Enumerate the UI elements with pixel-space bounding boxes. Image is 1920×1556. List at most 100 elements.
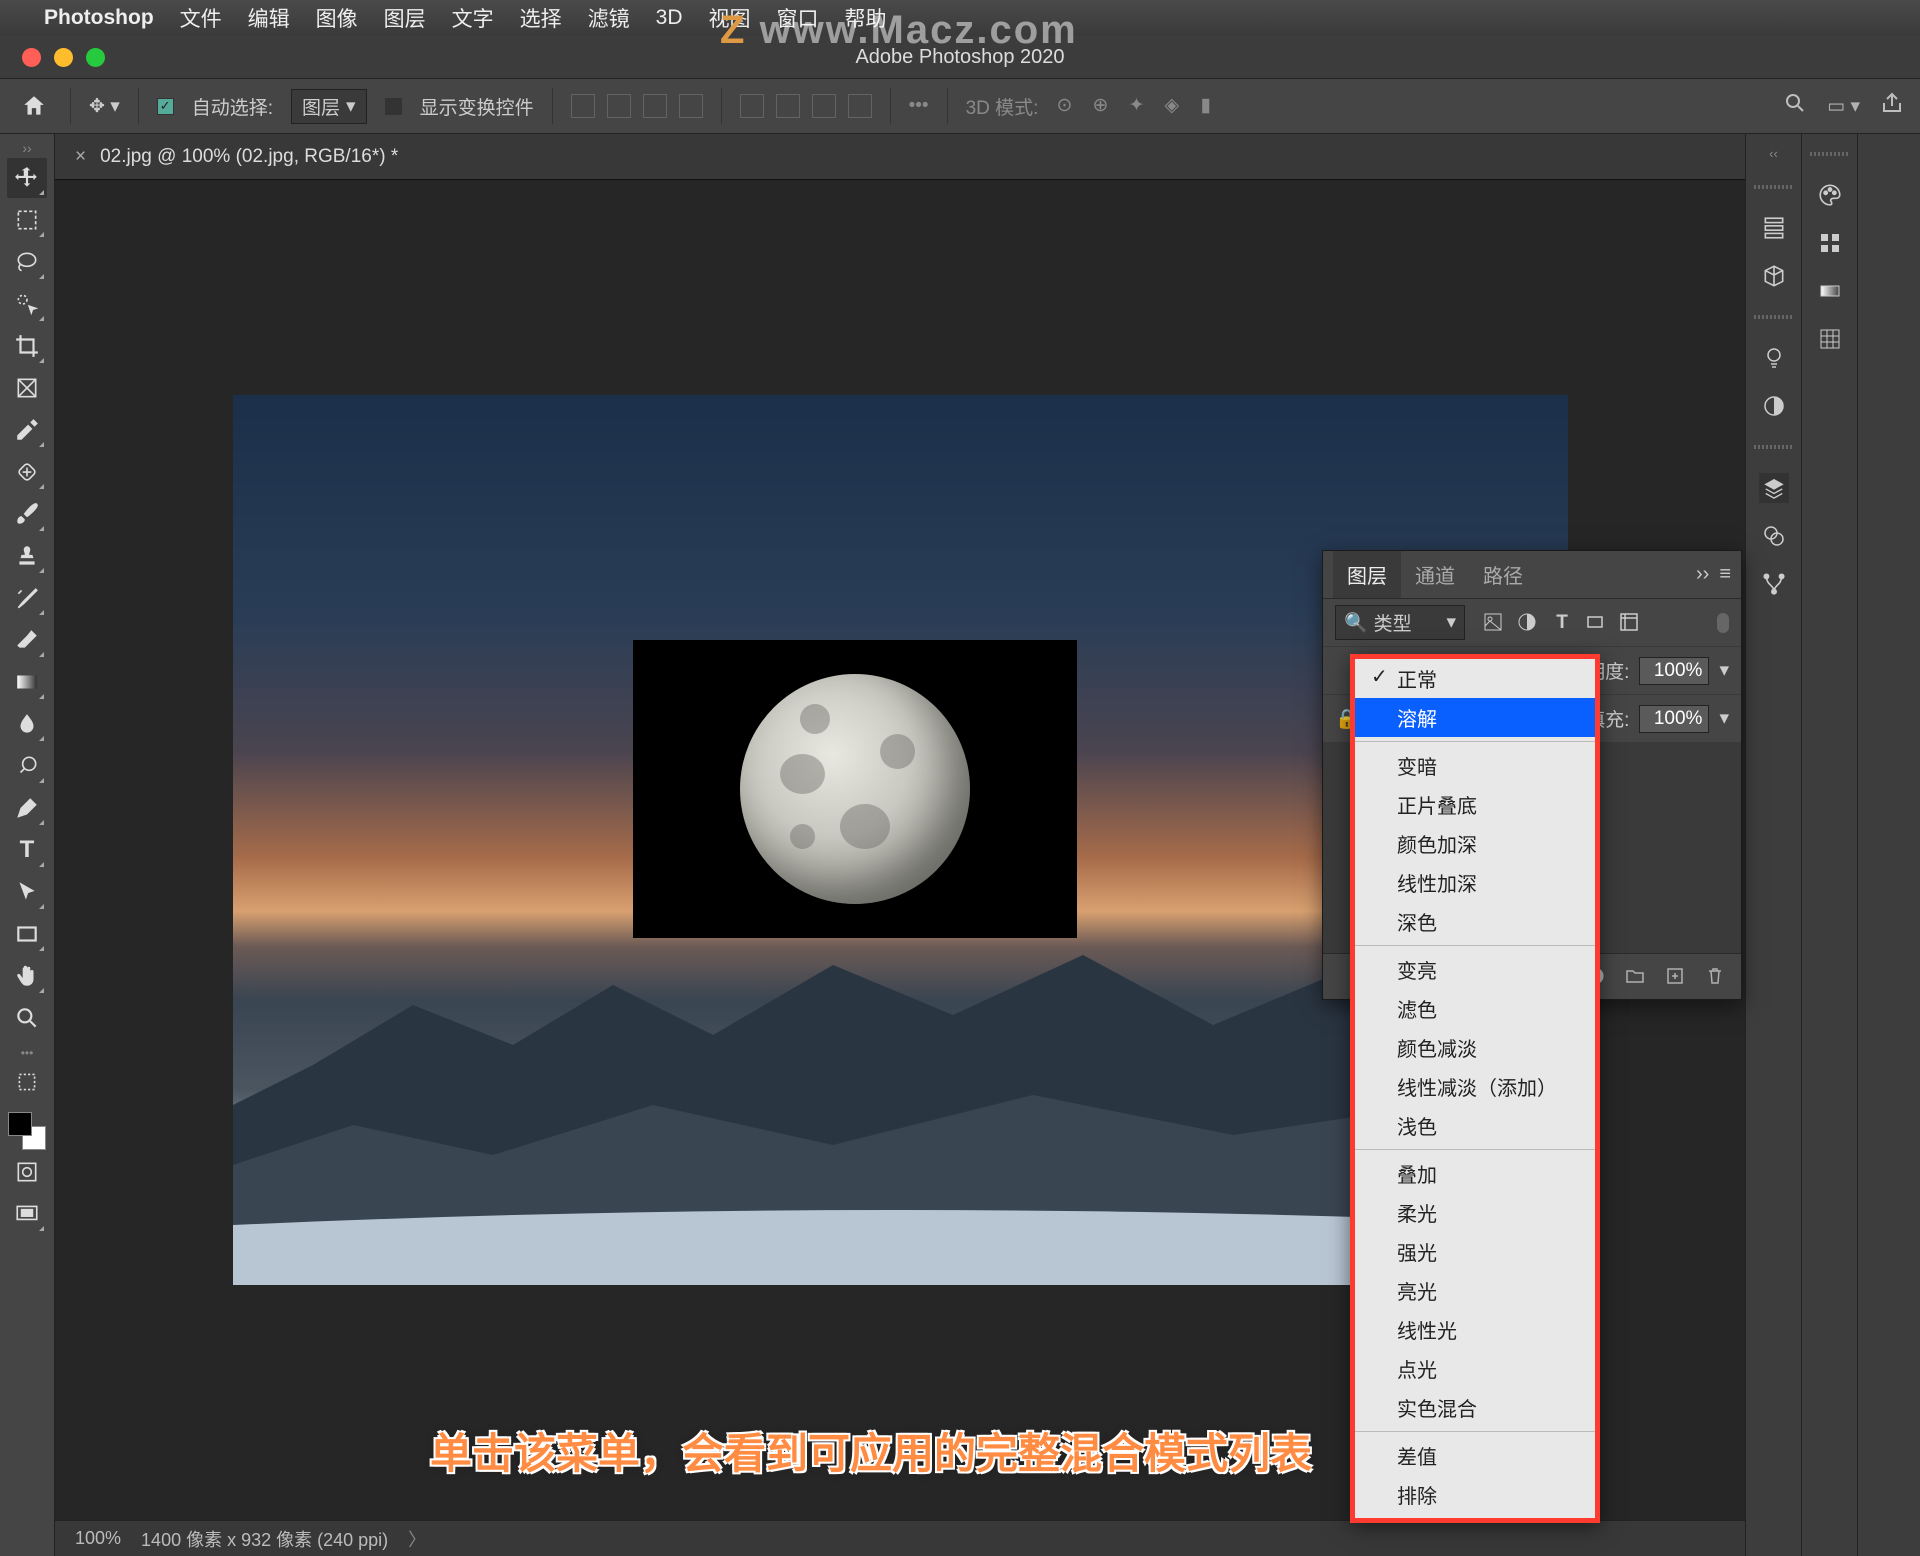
stamp-tool[interactable] bbox=[7, 536, 47, 576]
show-transform-checkbox[interactable] bbox=[385, 98, 402, 115]
panel-bulb-icon[interactable] bbox=[1759, 343, 1789, 373]
opacity-input[interactable]: 100% bbox=[1639, 657, 1709, 685]
minimize-button[interactable] bbox=[54, 48, 73, 67]
maximize-button[interactable] bbox=[86, 48, 105, 67]
fill-input[interactable]: 100% bbox=[1639, 705, 1709, 733]
panel-3d-icon[interactable] bbox=[1759, 261, 1789, 291]
blend-mode-item[interactable]: 排除 bbox=[1355, 1475, 1595, 1514]
crop-tool[interactable] bbox=[7, 326, 47, 366]
blend-mode-item[interactable]: 柔光 bbox=[1355, 1193, 1595, 1232]
healing-tool[interactable] bbox=[7, 452, 47, 492]
menu-image[interactable]: 图像 bbox=[316, 3, 358, 33]
pen-tool[interactable] bbox=[7, 788, 47, 828]
zoom-tool[interactable] bbox=[7, 998, 47, 1038]
panel-collapse-icon[interactable]: ›› bbox=[1696, 563, 1709, 586]
quick-select-tool[interactable] bbox=[7, 284, 47, 324]
menu-layer[interactable]: 图层 bbox=[384, 3, 426, 33]
trash-icon[interactable] bbox=[1705, 966, 1727, 988]
type-tool[interactable]: T bbox=[7, 830, 47, 870]
screenmode-tool[interactable] bbox=[7, 1194, 47, 1234]
blend-mode-menu[interactable]: 正常溶解变暗正片叠底颜色加深线性加深深色变亮滤色颜色减淡线性减淡（添加）浅色叠加… bbox=[1350, 654, 1600, 1523]
panel-paths-icon[interactable] bbox=[1759, 569, 1789, 599]
move-tool[interactable] bbox=[7, 158, 47, 198]
chevron-down-icon[interactable]: ▾ bbox=[1719, 707, 1729, 730]
layer-filter-dropdown[interactable]: 🔍 类型 ▾ bbox=[1335, 605, 1465, 640]
blend-mode-item[interactable]: 线性光 bbox=[1355, 1310, 1595, 1349]
quickmask-tool[interactable] bbox=[7, 1152, 47, 1192]
gradient-tool[interactable] bbox=[7, 662, 47, 702]
blend-mode-item[interactable]: 差值 bbox=[1355, 1436, 1595, 1475]
menu-type[interactable]: 文字 bbox=[452, 3, 494, 33]
blend-mode-item[interactable]: 变亮 bbox=[1355, 950, 1595, 989]
app-name[interactable]: Photoshop bbox=[44, 6, 154, 30]
panel-color-icon[interactable] bbox=[1815, 180, 1845, 210]
brush-tool[interactable] bbox=[7, 494, 47, 534]
auto-select-checkbox[interactable]: ✓ bbox=[157, 98, 174, 115]
panel-contrast-icon[interactable] bbox=[1759, 391, 1789, 421]
blend-mode-item[interactable]: 滤色 bbox=[1355, 989, 1595, 1028]
panel-channels-icon[interactable] bbox=[1759, 521, 1789, 551]
panel-swatches-icon[interactable] bbox=[1815, 228, 1845, 258]
tab-channels[interactable]: 通道 bbox=[1401, 551, 1469, 598]
chevron-down-icon[interactable]: ▾ bbox=[1719, 659, 1729, 682]
rectangle-tool[interactable] bbox=[7, 914, 47, 954]
workspace-icon[interactable]: ▭ ▾ bbox=[1827, 95, 1860, 118]
panel-history-icon[interactable] bbox=[1759, 213, 1789, 243]
filter-pixel-icon[interactable] bbox=[1483, 612, 1505, 634]
edit-toolbar[interactable] bbox=[7, 1062, 47, 1102]
eyedropper-tool[interactable] bbox=[7, 410, 47, 450]
new-layer-icon[interactable] bbox=[1665, 966, 1687, 988]
history-brush-tool[interactable] bbox=[7, 578, 47, 618]
info-arrow-icon[interactable]: 〉 bbox=[408, 1526, 426, 1552]
tab-paths[interactable]: 路径 bbox=[1469, 551, 1537, 598]
blend-mode-item[interactable]: 线性加深 bbox=[1355, 863, 1595, 902]
color-swatches[interactable] bbox=[8, 1112, 46, 1150]
blend-mode-item[interactable]: 浅色 bbox=[1355, 1106, 1595, 1145]
menu-edit[interactable]: 编辑 bbox=[248, 3, 290, 33]
blend-mode-item[interactable]: 线性减淡（添加） bbox=[1355, 1067, 1595, 1106]
filter-toggle[interactable] bbox=[1717, 613, 1729, 633]
close-button[interactable] bbox=[22, 48, 41, 67]
lasso-tool[interactable] bbox=[7, 242, 47, 282]
distribute-icons[interactable] bbox=[740, 94, 872, 118]
path-select-tool[interactable] bbox=[7, 872, 47, 912]
menu-filter[interactable]: 滤镜 bbox=[588, 3, 630, 33]
blend-mode-item[interactable]: 正片叠底 bbox=[1355, 785, 1595, 824]
folder-icon[interactable] bbox=[1625, 966, 1647, 988]
zoom-level[interactable]: 100% bbox=[75, 1528, 121, 1549]
document-tab[interactable]: 02.jpg @ 100% (02.jpg, RGB/16*) * bbox=[100, 146, 398, 168]
blur-tool[interactable] bbox=[7, 704, 47, 744]
doc-info[interactable]: 1400 像素 x 932 像素 (240 ppi) bbox=[141, 1526, 388, 1552]
frame-tool[interactable] bbox=[7, 368, 47, 408]
share-icon[interactable] bbox=[1880, 91, 1904, 121]
panel-pattern-icon[interactable] bbox=[1815, 324, 1845, 354]
home-button[interactable] bbox=[16, 88, 52, 124]
panel-gradient-icon[interactable] bbox=[1815, 276, 1845, 306]
blend-mode-item[interactable]: 变暗 bbox=[1355, 746, 1595, 785]
blend-mode-item[interactable]: 强光 bbox=[1355, 1232, 1595, 1271]
blend-mode-item[interactable]: 点光 bbox=[1355, 1349, 1595, 1388]
tab-layers[interactable]: 图层 bbox=[1333, 551, 1401, 598]
blend-mode-item[interactable]: 亮光 bbox=[1355, 1271, 1595, 1310]
blend-mode-item[interactable]: 深色 bbox=[1355, 902, 1595, 941]
auto-select-target[interactable]: 图层▾ bbox=[291, 89, 367, 124]
close-tab-icon[interactable]: × bbox=[75, 146, 86, 168]
blend-mode-item[interactable]: 实色混合 bbox=[1355, 1388, 1595, 1427]
menu-select[interactable]: 选择 bbox=[520, 3, 562, 33]
hand-tool[interactable] bbox=[7, 956, 47, 996]
filter-adjust-icon[interactable] bbox=[1517, 612, 1539, 634]
dodge-tool[interactable] bbox=[7, 746, 47, 786]
blend-mode-item[interactable]: 叠加 bbox=[1355, 1154, 1595, 1193]
filter-smart-icon[interactable] bbox=[1619, 612, 1641, 634]
menu-file[interactable]: 文件 bbox=[180, 3, 222, 33]
panel-menu-icon[interactable]: ≡ bbox=[1719, 563, 1731, 586]
marquee-tool[interactable] bbox=[7, 200, 47, 240]
align-icons[interactable] bbox=[571, 94, 703, 118]
blend-mode-item[interactable]: 溶解 bbox=[1355, 698, 1595, 737]
filter-shape-icon[interactable] bbox=[1585, 612, 1607, 634]
panel-layers-icon[interactable] bbox=[1759, 473, 1789, 503]
blend-mode-item[interactable]: 正常 bbox=[1355, 659, 1595, 698]
blend-mode-item[interactable]: 颜色减淡 bbox=[1355, 1028, 1595, 1067]
menu-3d[interactable]: 3D bbox=[656, 6, 683, 30]
filter-type-icon[interactable]: T bbox=[1551, 612, 1573, 634]
